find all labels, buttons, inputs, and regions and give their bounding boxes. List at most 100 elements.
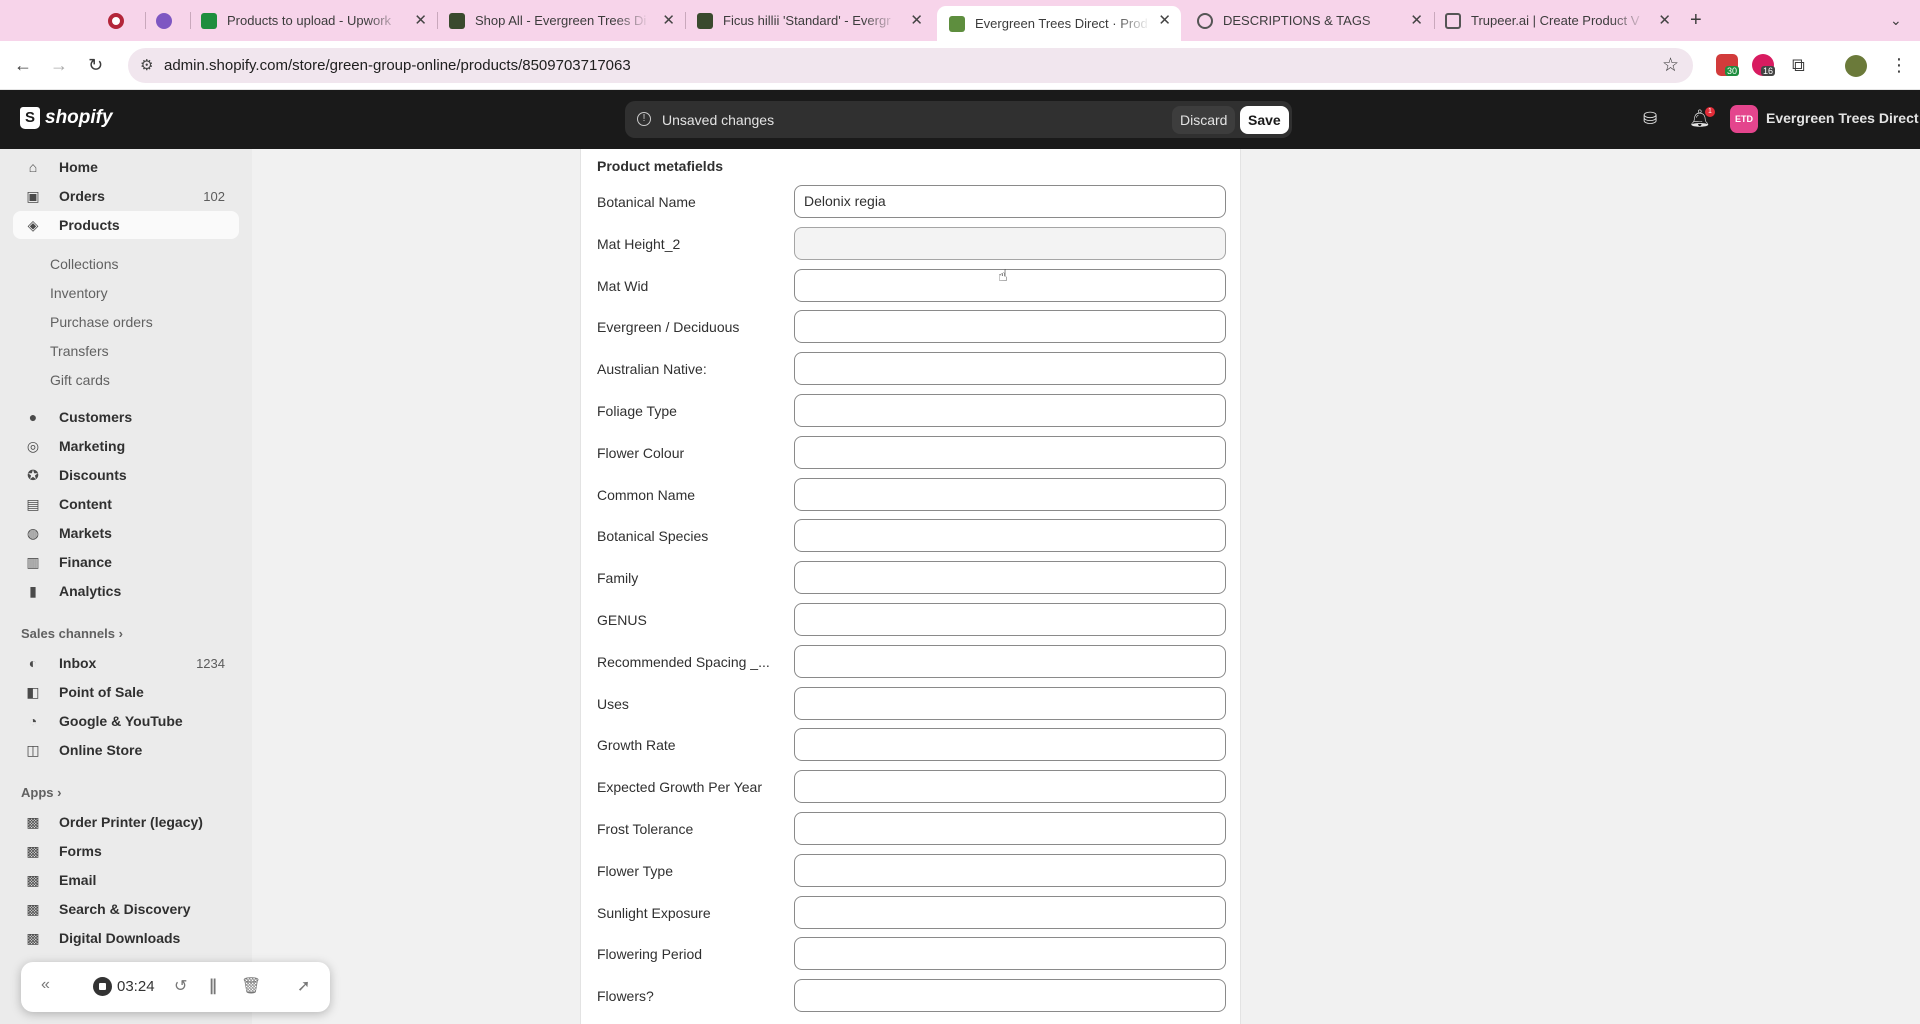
- metafield-input-australian-native[interactable]: [794, 352, 1226, 385]
- sidebar-item-content[interactable]: ▤ Content: [13, 490, 239, 518]
- apps-header[interactable]: Apps ›: [21, 785, 61, 800]
- url-text[interactable]: admin.shopify.com/store/green-group-onli…: [164, 57, 631, 74]
- unsaved-changes-bar: ! Unsaved changes Discard Save: [625, 101, 1292, 138]
- bookmark-star-icon[interactable]: ☆: [1662, 54, 1679, 77]
- tab-list-button[interactable]: ⌄: [1890, 6, 1910, 35]
- tab-products-to-upload[interactable]: Products to upload - Upwork ✕: [201, 6, 429, 35]
- metafield-input-botanical-name[interactable]: Delonix regia: [794, 185, 1226, 218]
- tab-recorder[interactable]: [108, 6, 138, 35]
- metafield-input-expected-growth-per-year[interactable]: [794, 770, 1226, 803]
- store-name[interactable]: Evergreen Trees Direct: [1766, 110, 1919, 126]
- site-info-icon[interactable]: ⚙: [140, 56, 153, 74]
- metafield-input-flower-type[interactable]: [794, 854, 1226, 887]
- sidebar-item-discounts[interactable]: ✪ Discounts: [13, 461, 239, 489]
- shopify-logo[interactable]: shopify: [20, 107, 113, 129]
- sidebar-sub-gift-cards[interactable]: Gift cards: [50, 372, 110, 388]
- target-icon: ◎: [26, 437, 40, 454]
- orders-count-badge: 102: [203, 188, 225, 204]
- tab-descriptions-tags[interactable]: DESCRIPTIONS & TAGS ✕: [1197, 6, 1425, 35]
- tab-trupeer[interactable]: Trupeer.ai | Create Product V ✕: [1445, 6, 1673, 35]
- metafield-input-frost-tolerance[interactable]: [794, 812, 1226, 845]
- close-tab-icon[interactable]: ✕: [910, 11, 923, 29]
- metafield-input-flowers[interactable]: [794, 979, 1226, 1012]
- metafield-input-flower-colour[interactable]: [794, 436, 1226, 469]
- sidebar-sub-purchase-orders[interactable]: Purchase orders: [50, 314, 153, 330]
- menu-dots-icon[interactable]: ⋮: [1890, 55, 1908, 76]
- metafield-label-flowering-period: Flowering Period: [597, 946, 703, 962]
- tab-extension[interactable]: [156, 6, 186, 35]
- unsaved-text: Unsaved changes: [662, 112, 775, 128]
- record-icon: [108, 12, 124, 29]
- close-tab-icon[interactable]: ✕: [414, 11, 427, 29]
- metafield-input-sunlight-exposure[interactable]: [794, 896, 1226, 929]
- metafield-input-foliage-type[interactable]: [794, 394, 1226, 427]
- home-icon: ⌂: [28, 159, 38, 175]
- tab-evergreen-products[interactable]: Evergreen Trees Direct · Prod ✕: [937, 6, 1181, 41]
- sidebar-item-markets[interactable]: ◍ Markets: [13, 519, 239, 547]
- collapse-icon[interactable]: «: [41, 976, 50, 994]
- store-avatar[interactable]: ETD: [1730, 105, 1758, 133]
- sidebar-item-marketing[interactable]: ◎ Marketing: [13, 432, 239, 460]
- sidebar-item-digital-downloads[interactable]: ▩ Digital Downloads: [13, 924, 239, 952]
- sidebar-sub-inventory[interactable]: Inventory: [50, 285, 108, 301]
- sidebar-item-home[interactable]: ⌂ Home: [13, 153, 239, 181]
- discard-button[interactable]: Discard: [1172, 106, 1236, 134]
- pause-icon[interactable]: ∥: [209, 976, 217, 996]
- app-icon: ▩: [26, 929, 40, 946]
- sales-channels-header[interactable]: Sales channels ›: [21, 626, 123, 641]
- metafield-input-family[interactable]: [794, 561, 1226, 594]
- metafield-input-growth-rate[interactable]: [794, 728, 1226, 761]
- tab-ficus-hillii[interactable]: Ficus hillii 'Standard' - Evergr ✕: [697, 6, 925, 35]
- puzzle-extensions-icon[interactable]: ⧉: [1792, 55, 1805, 76]
- sidebar-item-customers[interactable]: ● Customers: [13, 403, 239, 431]
- sidebar-item-finance[interactable]: ▥ Finance: [13, 548, 239, 576]
- metafield-label-flower-type: Flower Type: [597, 863, 673, 879]
- back-icon[interactable]: ←: [14, 55, 32, 76]
- sidebar-item-email[interactable]: ▩ Email: [13, 866, 239, 894]
- sidebar-item-inbox[interactable]: ◐ Inbox 1234: [13, 649, 239, 677]
- new-tab-button[interactable]: +: [1690, 6, 1710, 35]
- sidekick-icon[interactable]: ⛁: [1643, 109, 1657, 129]
- profile-avatar[interactable]: [1845, 55, 1867, 77]
- sidebar-item-search-discovery[interactable]: ▩ Search & Discovery: [13, 895, 239, 923]
- pointer-icon[interactable]: ➚: [297, 976, 310, 996]
- stop-record-icon[interactable]: [93, 977, 112, 996]
- metafield-input-genus[interactable]: [794, 603, 1226, 636]
- metafield-input-botanical-species[interactable]: [794, 519, 1226, 552]
- close-tab-icon[interactable]: ✕: [1158, 11, 1171, 29]
- metafield-input-common-name[interactable]: [794, 478, 1226, 511]
- extension-heart-icon[interactable]: 16: [1752, 54, 1776, 76]
- metafield-label-flower-colour: Flower Colour: [597, 445, 685, 461]
- close-tab-icon[interactable]: ✕: [1658, 11, 1671, 29]
- sidebar-sub-collections[interactable]: Collections: [50, 256, 118, 272]
- save-button[interactable]: Save: [1240, 106, 1289, 134]
- metafield-input-mat-wid[interactable]: [794, 269, 1226, 302]
- store-icon: ◫: [26, 741, 40, 758]
- reload-icon[interactable]: ↻: [88, 55, 103, 76]
- extension-calendar-icon[interactable]: 30: [1716, 54, 1740, 76]
- sidebar-item-orders[interactable]: ▣ Orders 102: [13, 182, 239, 210]
- sidebar-item-analytics[interactable]: ▮ Analytics: [13, 577, 239, 605]
- metafield-input-flowering-period[interactable]: [794, 937, 1226, 970]
- info-icon: !: [637, 112, 651, 126]
- tab-shop-all[interactable]: Shop All - Evergreen Trees Di ✕: [449, 6, 677, 35]
- close-tab-icon[interactable]: ✕: [1410, 11, 1423, 29]
- trupeer-icon: [1445, 12, 1461, 29]
- metafield-input-recommended-spacing[interactable]: [794, 645, 1226, 678]
- address-bar[interactable]: ⚙ admin.shopify.com/store/green-group-on…: [128, 48, 1693, 83]
- sidebar-item-online-store[interactable]: ◫ Online Store: [13, 736, 239, 764]
- restart-icon[interactable]: ↺: [174, 976, 187, 996]
- sidebar-item-order-printer[interactable]: ▩ Order Printer (legacy): [13, 808, 239, 836]
- sidebar-item-google-youtube[interactable]: ◔ Google & YouTube: [13, 707, 239, 735]
- metafield-input-mat-height-2[interactable]: [794, 227, 1226, 260]
- sidebar-sub-transfers[interactable]: Transfers: [50, 343, 109, 359]
- trash-icon[interactable]: 🗑︎: [241, 976, 261, 996]
- sidebar-item-products[interactable]: ◈ Products: [13, 211, 239, 239]
- forward-icon[interactable]: →: [50, 55, 68, 76]
- close-tab-icon[interactable]: ✕: [662, 11, 675, 29]
- sidebar-item-point-of-sale[interactable]: ◧ Point of Sale: [13, 678, 239, 706]
- sidebar-item-forms[interactable]: ▩ Forms: [13, 837, 239, 865]
- metafield-label-family: Family: [597, 570, 639, 586]
- metafield-input-uses[interactable]: [794, 687, 1226, 720]
- metafield-input-evergreen-deciduous[interactable]: [794, 310, 1226, 343]
